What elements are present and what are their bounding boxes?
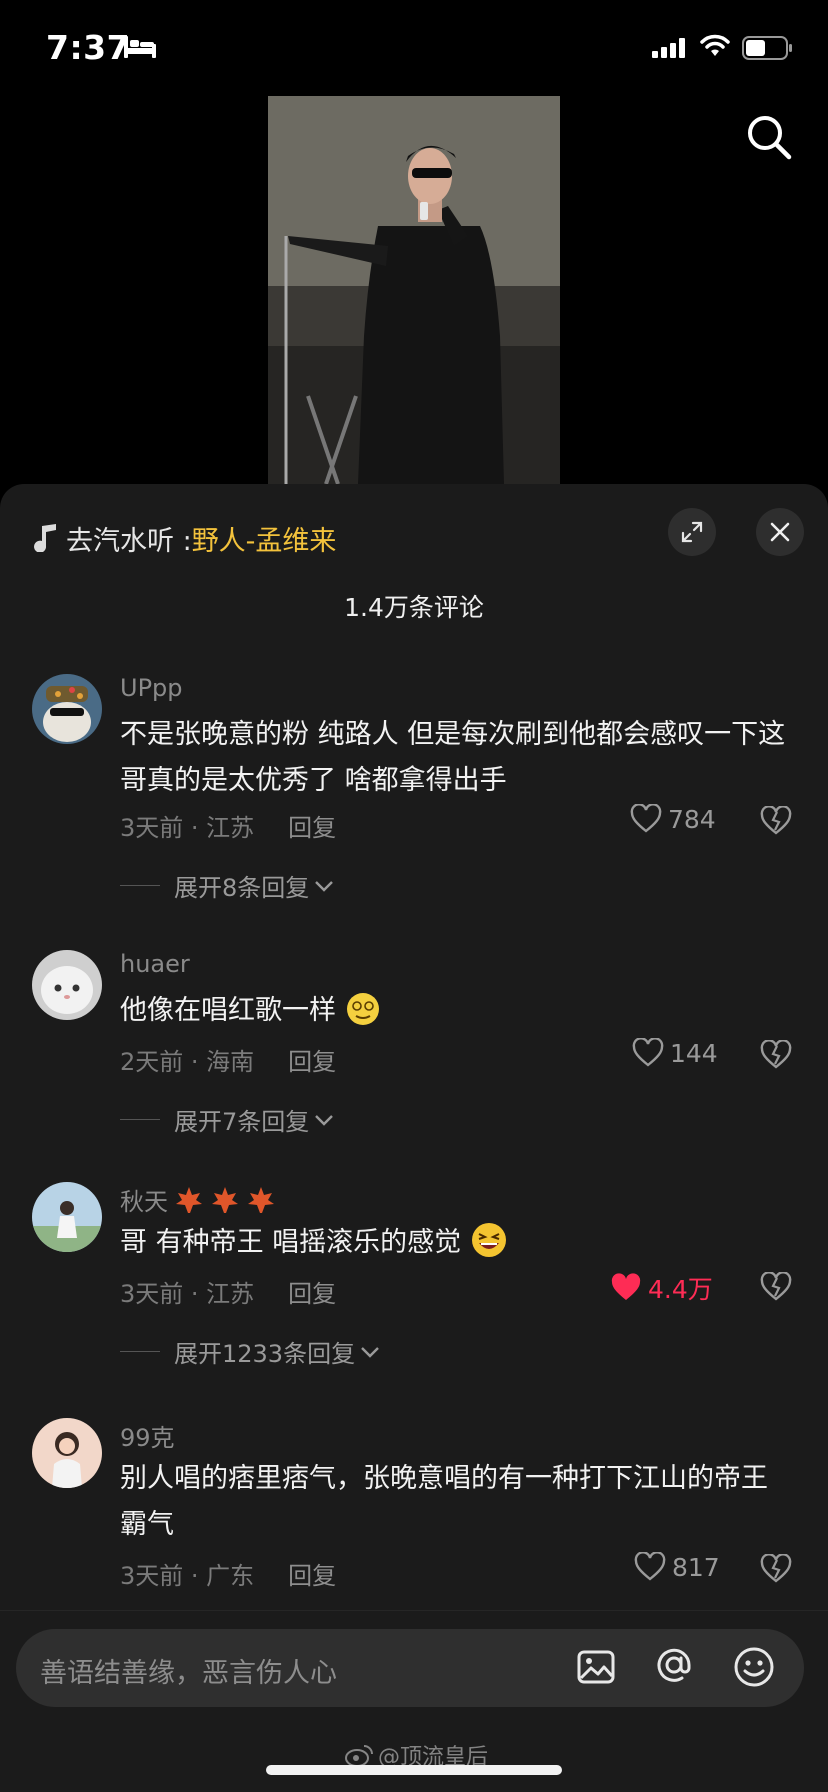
divider-line (120, 885, 160, 886)
bed-icon (124, 36, 156, 58)
comment-text-content: 哥 有种帝王 唱摇滚乐的感觉 (120, 1227, 462, 1258)
comment-time-location: 3天前 · 江苏 (120, 1280, 255, 1308)
comment-meta: 2天前 · 海南 回复 (120, 1042, 336, 1077)
avatar[interactable] (32, 674, 102, 744)
comment-sheet: 去汽水听 : 野人-孟维来 1.4万条评论 UPpp 不是张晚意的粉 纯路人 但… (0, 484, 828, 1792)
comment-meta: 3天前 · 江苏 回复 (120, 808, 336, 843)
comment-username[interactable]: 99克 (120, 1418, 175, 1453)
search-icon[interactable] (746, 114, 792, 160)
like-button[interactable]: 144 (632, 1038, 718, 1068)
music-link[interactable]: 去汽水听 : 野人-孟维来 (34, 514, 336, 562)
reply-button[interactable]: 回复 (288, 1274, 336, 1309)
comment-username[interactable]: huaer (120, 950, 190, 978)
comment-input[interactable]: 善语结善缘，恶言伤人心 (16, 1629, 804, 1707)
comment-time-location: 3天前 · 江苏 (120, 814, 255, 842)
divider-line (120, 1119, 160, 1120)
comment-text: 不是张晚意的粉 纯路人 但是每次刷到他都会感叹一下这哥真的是太优秀了 啥都拿得出… (120, 719, 786, 796)
expand-replies-label: 展开8条回复 (174, 874, 310, 902)
status-bar: 7:37 (0, 0, 828, 96)
avatar[interactable] (32, 950, 102, 1020)
avatar[interactable] (32, 1418, 102, 1488)
comment-text-content: 他像在唱红歌一样 (120, 995, 336, 1026)
maple-leaf-icon (212, 1186, 238, 1213)
comment-text: 哥 有种帝王 唱摇滚乐的感觉 (120, 1220, 790, 1266)
comment-count: 1.4万条评论 (344, 593, 484, 622)
mention-icon[interactable] (652, 1643, 696, 1687)
dislike-icon[interactable] (760, 806, 792, 836)
close-button[interactable] (756, 508, 804, 556)
music-prefix: 去汽水听 : (66, 525, 192, 557)
like-count: 144 (670, 1038, 718, 1068)
like-button[interactable]: 817 (634, 1552, 720, 1582)
like-button[interactable]: 4.4万 (610, 1270, 713, 1306)
chevron-down-icon (315, 880, 334, 892)
image-icon[interactable] (576, 1647, 616, 1687)
comment-meta: 3天前 · 江苏 回复 (120, 1274, 336, 1309)
like-count: 817 (672, 1552, 720, 1582)
chevron-down-icon (361, 1346, 379, 1358)
expand-icon (681, 521, 703, 543)
like-button[interactable]: 784 (630, 804, 716, 834)
wifi-icon (700, 34, 730, 56)
dislike-icon[interactable] (760, 1272, 792, 1302)
expand-button[interactable] (668, 508, 716, 556)
comment-username[interactable]: UPpp (120, 674, 183, 702)
expand-replies-label: 展开7条回复 (174, 1108, 310, 1136)
comment-input-area: 善语结善缘，恶言伤人心 @顶流皇后 (0, 1610, 828, 1792)
maple-leaf-icon (176, 1186, 202, 1213)
heart-filled-icon (611, 1273, 641, 1300)
reply-button[interactable]: 回复 (288, 808, 336, 843)
status-time: 7:37 (46, 28, 131, 67)
heart-icon (634, 1552, 666, 1581)
comment-time-location: 3天前 · 广东 (120, 1562, 255, 1590)
comment-meta: 3天前 · 广东 回复 (120, 1556, 336, 1591)
music-song-title[interactable]: 野人-孟维来 (192, 519, 337, 558)
weibo-logo-icon (345, 1745, 373, 1767)
emoji-icon[interactable] (732, 1645, 776, 1689)
video-player[interactable] (268, 96, 560, 484)
music-note-icon (34, 524, 56, 552)
comment-input-placeholder: 善语结善缘，恶言伤人心 (40, 1658, 337, 1689)
comment-username[interactable]: 秋天 (120, 1182, 276, 1217)
chevron-down-icon (315, 1114, 334, 1126)
comment-text: 别人唱的痞里痞气，张晚意唱的有一种打下江山的帝王霸气 (120, 1463, 768, 1540)
home-indicator[interactable] (266, 1765, 562, 1775)
signal-icon (652, 38, 685, 58)
like-count: 784 (668, 804, 716, 834)
comment-username-text: 秋天 (120, 1188, 168, 1216)
reply-button[interactable]: 回复 (288, 1042, 336, 1077)
divider-line (120, 1351, 160, 1352)
close-icon (770, 522, 790, 542)
expand-replies-button[interactable]: 展开1233条回复 (120, 1334, 381, 1369)
singer-image (268, 96, 560, 484)
battery-icon (742, 36, 792, 60)
laughing-emoji-icon (471, 1223, 506, 1257)
avatar[interactable] (32, 1182, 102, 1252)
comment-time-location: 2天前 · 海南 (120, 1048, 255, 1076)
expand-replies-button[interactable]: 展开8条回复 (120, 868, 335, 903)
dislike-icon[interactable] (760, 1554, 792, 1584)
comment-text: 他像在唱红歌一样 (120, 988, 790, 1034)
reply-button[interactable]: 回复 (288, 1556, 336, 1591)
like-count: 4.4万 (648, 1275, 713, 1304)
heart-icon (630, 804, 662, 833)
heart-icon (632, 1038, 664, 1067)
expand-replies-label: 展开1233条回复 (174, 1340, 356, 1368)
dizzy-emoji-icon (346, 993, 379, 1025)
maple-leaf-icon (248, 1186, 274, 1213)
dislike-icon[interactable] (760, 1040, 792, 1070)
expand-replies-button[interactable]: 展开7条回复 (120, 1102, 335, 1137)
